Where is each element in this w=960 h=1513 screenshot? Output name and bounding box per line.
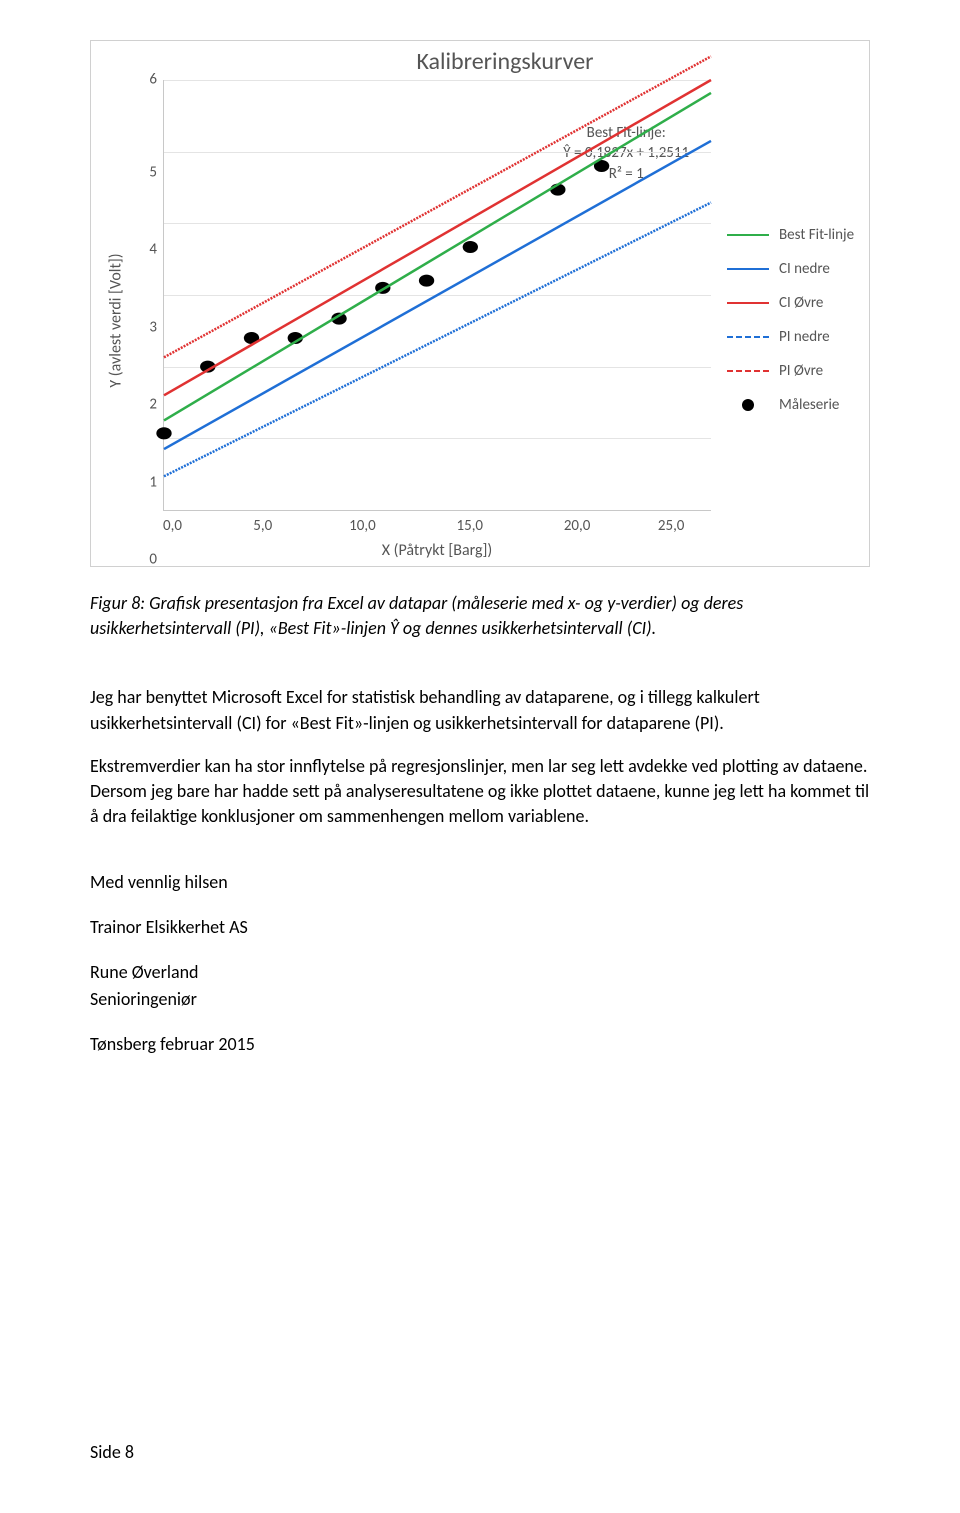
chart-body: Y (avlest verdi [Volt]) 6 5 4 3 2 1 0 Be… (99, 80, 861, 560)
page-number: Side 8 (90, 1441, 134, 1463)
x-axis-label: X (Påtrykt [Barg]) (163, 541, 711, 560)
plot-area: Best Fit-linje: Ŷ = 0,1827x + 1,2511 R² … (163, 80, 711, 511)
greeting: Med vennlig hilsen (90, 869, 870, 896)
x-axis-ticks: 0,0 5,0 10,0 15,0 20,0 25,0 (163, 511, 711, 535)
legend-item: Best Fit-linje (727, 226, 861, 244)
author-role: Senioringeniør (90, 986, 870, 1013)
signature-block: Med vennlig hilsen Trainor Elsikkerhet A… (90, 869, 870, 1058)
legend-item: CI Øvre (727, 294, 861, 312)
legend-item: CI nedre (727, 260, 861, 278)
y-axis-label-box: Y (avlest verdi [Volt]) (99, 80, 133, 560)
company: Trainor Elsikkerhet AS (90, 914, 870, 941)
author-name: Rune Øverland (90, 959, 870, 986)
body-paragraph: Ekstremverdier kan ha stor innflytelse p… (90, 754, 870, 830)
y-axis-ticks: 6 5 4 3 2 1 0 (133, 80, 163, 560)
legend-item: PI Øvre (727, 362, 861, 380)
legend-item: PI nedre (727, 328, 861, 346)
body-paragraph: Jeg har benyttet Microsoft Excel for sta… (90, 685, 870, 735)
chart-container: Kalibreringskurver Y (avlest verdi [Volt… (90, 40, 870, 567)
y-axis-label: Y (avlest verdi [Volt]) (107, 253, 126, 387)
figure-caption: Figur 8: Grafisk presentasjon fra Excel … (90, 591, 870, 641)
legend-item: Måleserie (727, 396, 861, 414)
chart-title: Kalibreringskurver (149, 47, 861, 76)
dot-icon (742, 399, 754, 411)
chart-legend: Best Fit-linje CI nedre CI Øvre PI nedre… (711, 80, 861, 560)
place-date: Tønsberg februar 2015 (90, 1031, 870, 1058)
